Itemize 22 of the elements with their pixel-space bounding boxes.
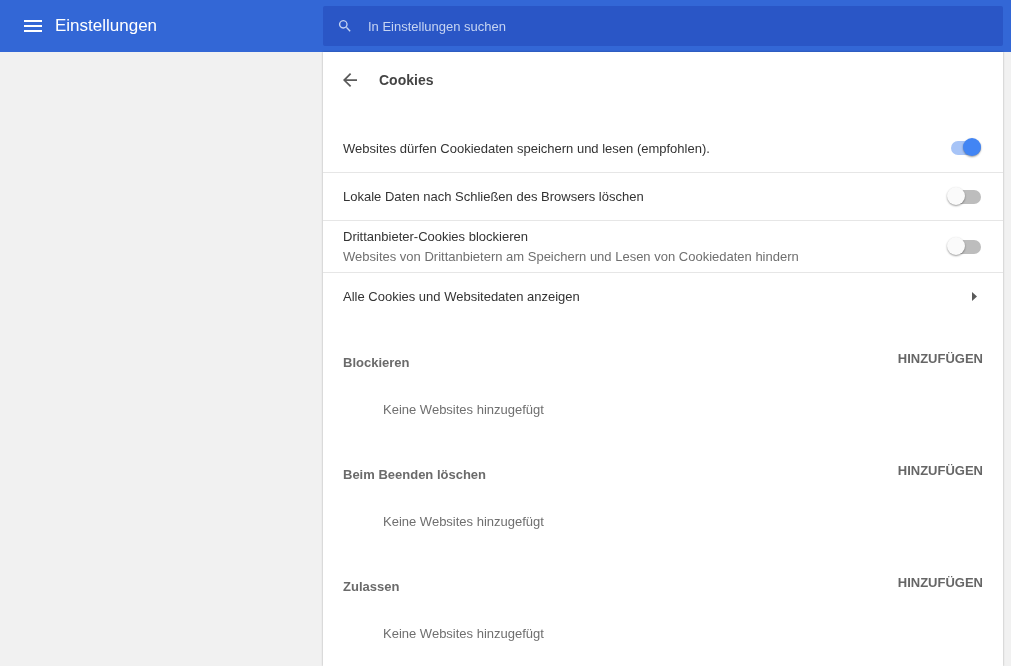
menu-icon[interactable] <box>24 20 42 32</box>
setting-description: Websites von Drittanbietern am Speichern und Lesen von Cookiedaten hindern <box>343 249 800 264</box>
back-arrow-icon[interactable] <box>343 73 357 87</box>
empty-list-text: Keine Websites hinzugefügt <box>383 625 544 641</box>
app-title: Einstellungen <box>55 16 158 36</box>
empty-list-text: Keine Websites hinzugefügt <box>383 401 544 417</box>
setting-label: Lokale Daten nach Schließen des Browsers löschen <box>343 189 645 204</box>
toggle-switch[interactable] <box>947 186 983 207</box>
add-button[interactable]: HINZUFÜGEN <box>897 458 983 482</box>
setting-label[interactable]: Alle Cookies und Websitedaten anzeigen <box>343 289 972 304</box>
page-title: Cookies <box>379 72 434 88</box>
section-title: Zulassen <box>343 578 400 594</box>
add-button[interactable]: HINZUFÜGEN <box>897 570 983 594</box>
empty-list-text: Keine Websites hinzugefügt <box>383 513 544 529</box>
setting-label: Drittanbieter-Cookies blockieren <box>343 229 529 244</box>
toggle-switch[interactable] <box>947 236 983 257</box>
add-button[interactable]: HINZUFÜGEN <box>897 346 983 370</box>
section-title: Beim Beenden löschen <box>343 466 487 482</box>
caret-right-icon[interactable] <box>972 292 977 301</box>
section-title: Blockieren <box>343 354 410 370</box>
setting-label: Websites dürfen Cookiedaten speichern und lesen (empfohlen). <box>343 140 711 156</box>
search-field[interactable]: In Einstellungen suchen <box>323 6 1003 46</box>
